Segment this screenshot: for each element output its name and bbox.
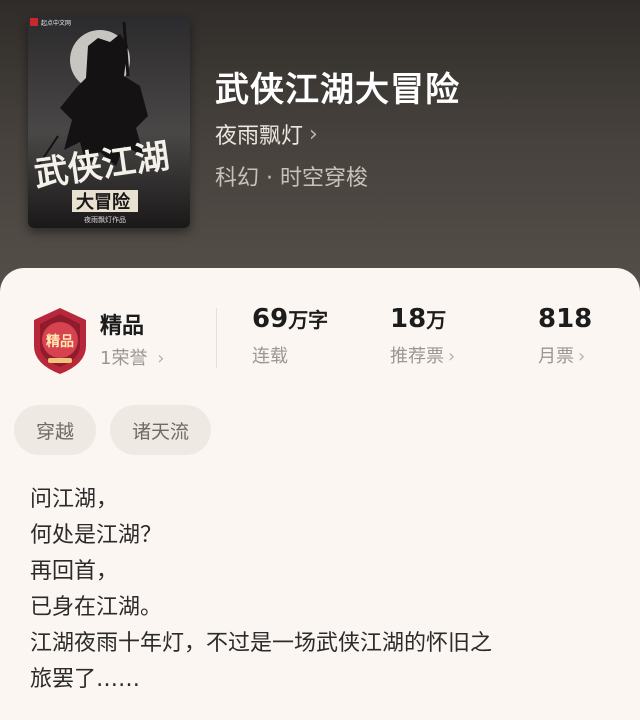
book-genre: 科幻 · 时空穿梭 bbox=[215, 166, 368, 191]
chevron-right-icon: › bbox=[448, 346, 456, 367]
tag-chip[interactable]: 穿越 bbox=[14, 405, 97, 455]
tag-chip[interactable]: 诸天流 bbox=[110, 405, 212, 455]
intro-line: 已身在江湖。 bbox=[30, 595, 163, 620]
honor-count: 1荣誉 bbox=[100, 348, 148, 369]
monthly-votes-value: 818 bbox=[538, 304, 593, 334]
recommend-votes-label: 推荐票 bbox=[390, 346, 444, 367]
cover-author-line: 夜雨飘灯作品 bbox=[84, 215, 126, 224]
recommend-votes-unit: 万 bbox=[426, 308, 447, 332]
chevron-right-icon: › bbox=[578, 346, 586, 367]
intro-line: 何处是江湖？ bbox=[30, 523, 163, 548]
author-name: 夜雨飘灯 bbox=[215, 124, 304, 149]
monthly-votes-label: 月票 bbox=[538, 346, 574, 367]
recommend-votes-value: 18 bbox=[390, 304, 427, 334]
cover-publisher: 起点中文网 bbox=[41, 19, 71, 27]
word-count-unit: 万字 bbox=[288, 308, 329, 332]
intro-line: 旅罢了…… bbox=[30, 667, 141, 692]
book-intro[interactable]: 问江湖， 何处是江湖？ 再回首， 已身在江湖。 江湖夜雨十年灯，不过是一场武侠江… bbox=[30, 482, 610, 698]
book-info-card: 精品 精品 1荣誉 › 69万字 连载 18万 推荐票 › 818 月票 › 穿越 … bbox=[0, 268, 640, 720]
stat-word-count: 69万字 连载 bbox=[252, 304, 328, 368]
intro-line: 再回首， bbox=[30, 559, 119, 584]
stats-divider bbox=[216, 308, 217, 368]
chevron-right-icon: › bbox=[309, 121, 318, 147]
book-cover[interactable]: 起点中文网 武侠江湖 大冒险 夜雨飘灯作品 bbox=[28, 16, 190, 228]
badge-title: 精品 bbox=[100, 314, 145, 339]
cover-subtitle-art: 大冒险 bbox=[76, 191, 131, 213]
book-title: 武侠江湖大冒险 bbox=[215, 70, 460, 110]
intro-line: 江湖夜雨十年灯，不过是一场武侠江湖的怀旧之 bbox=[30, 631, 493, 656]
word-count-value: 69 bbox=[252, 304, 289, 334]
honor-link[interactable]: 1荣誉 › bbox=[100, 344, 164, 370]
tag-list: 穿越 诸天流 bbox=[14, 405, 212, 455]
stats-row: 精品 精品 1荣誉 › 69万字 连载 18万 推荐票 › 818 月票 › bbox=[0, 300, 640, 380]
intro-line: 问江湖， bbox=[30, 487, 119, 512]
chevron-right-icon: › bbox=[157, 348, 165, 369]
publisher-logo-icon bbox=[30, 18, 38, 26]
author-link[interactable]: 夜雨飘灯 › bbox=[215, 118, 318, 150]
cover-art: 起点中文网 武侠江湖 大冒险 夜雨飘灯作品 bbox=[28, 16, 190, 228]
stat-monthly-votes[interactable]: 818 月票 › bbox=[538, 304, 592, 368]
serial-status: 连载 bbox=[252, 346, 288, 367]
quality-badge-icon[interactable]: 精品 bbox=[28, 306, 92, 376]
stat-recommend-votes[interactable]: 18万 推荐票 › bbox=[390, 304, 455, 368]
badge-icon-text: 精品 bbox=[46, 333, 74, 350]
book-header: 起点中文网 武侠江湖 大冒险 夜雨飘灯作品 武侠江湖大冒险 夜雨飘灯 › 科幻 … bbox=[0, 0, 640, 300]
